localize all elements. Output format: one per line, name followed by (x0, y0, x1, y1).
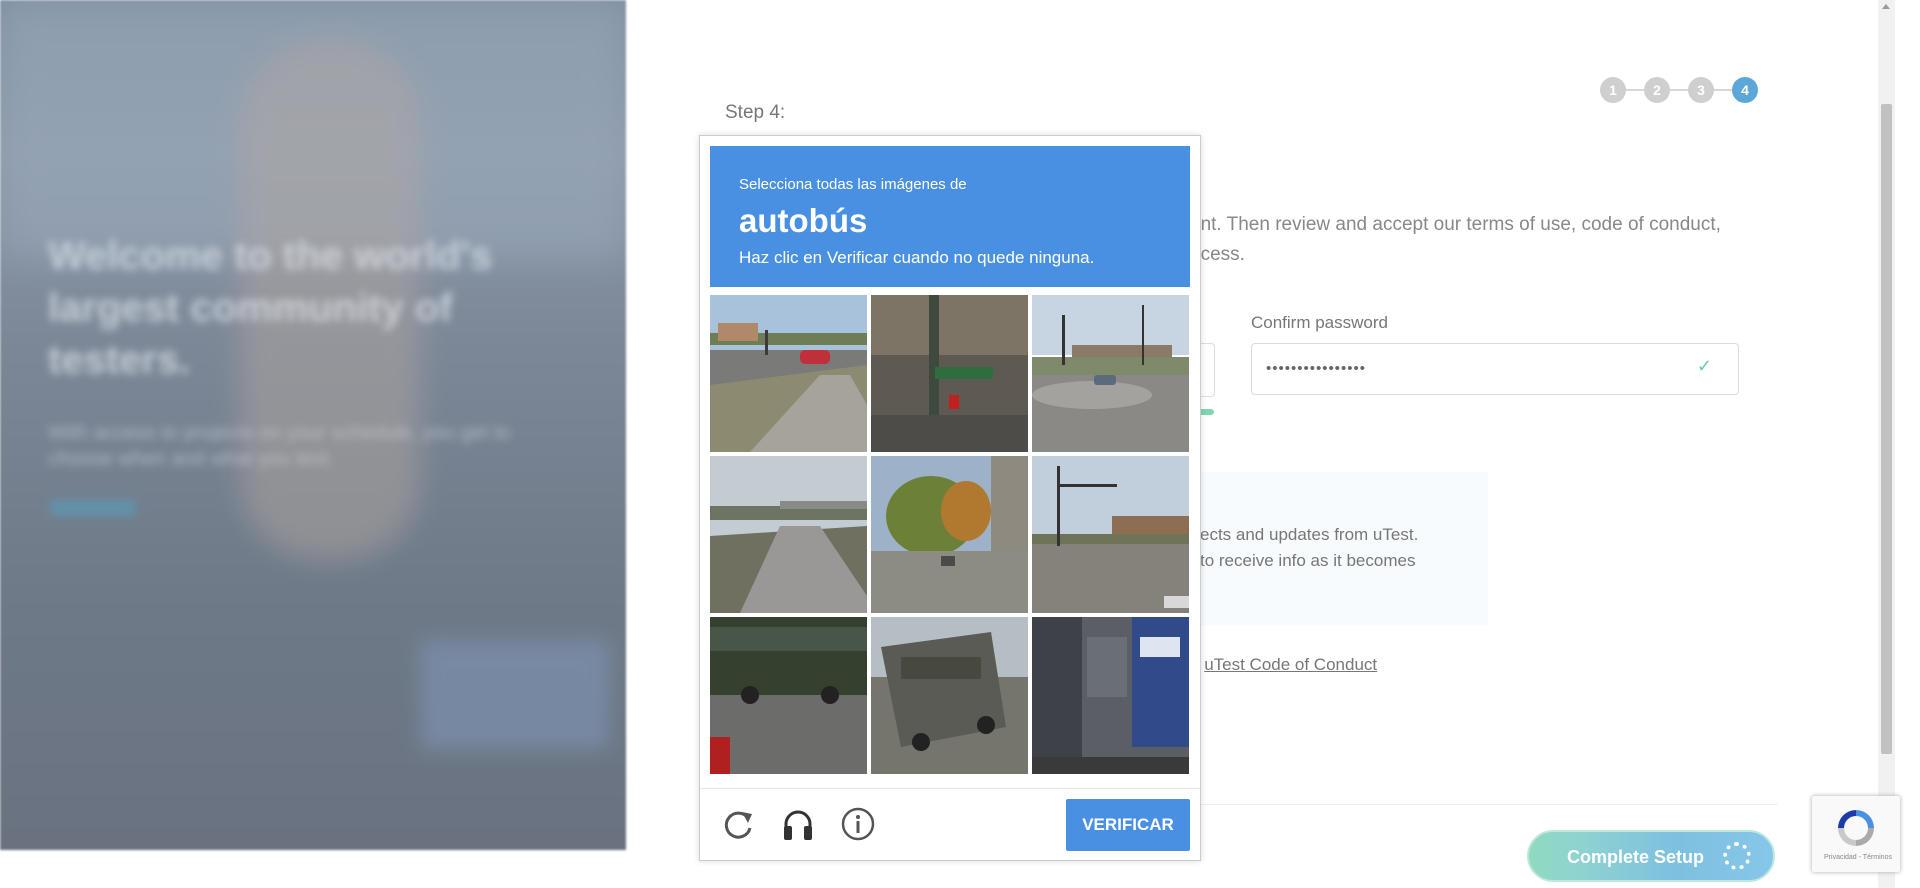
verify-button[interactable]: VERIFICAR (1066, 799, 1190, 851)
hero-panel: Welcome to the world's largest community… (0, 0, 626, 850)
captcha-tile-7[interactable] (710, 617, 867, 774)
captcha-tile-4[interactable] (710, 456, 867, 613)
newsletter-line-2: to receive info as it becomes (1200, 551, 1416, 570)
captcha-footer: VERIFICAR (700, 788, 1200, 861)
captcha-tile-2[interactable] (871, 295, 1028, 452)
loading-spinner-icon (1723, 842, 1751, 870)
reload-icon[interactable] (718, 804, 758, 844)
newsletter-line-1: ects and updates from uTest. (1200, 525, 1419, 544)
scrollbar-thumb[interactable] (1881, 104, 1892, 754)
captcha-challenge: Selecciona todas las imágenes de autobús… (699, 135, 1201, 861)
step-1: 1 (1600, 77, 1626, 103)
captcha-tile-1[interactable] (710, 295, 867, 452)
captcha-header: Selecciona todas las imágenes de autobús… (710, 146, 1190, 287)
captcha-target: autobús (739, 202, 868, 239)
step-label: Step 4: (725, 102, 786, 123)
stepper: 1 2 3 4 (1600, 77, 1760, 103)
newsletter-text: ects and updates from uTest. to receive … (1200, 522, 1490, 574)
intro-line-2: ocess. (1190, 244, 1245, 265)
code-of-conduct-link[interactable]: uTest Code of Conduct (1204, 655, 1377, 674)
hero-bg-device (420, 640, 610, 750)
info-icon[interactable] (838, 804, 878, 844)
captcha-tile-8[interactable] (871, 617, 1028, 774)
intro-text: unt. Then review and accept our terms of… (1190, 210, 1750, 270)
stepper-line (1612, 89, 1746, 91)
complete-setup-label: Complete Setup (1567, 847, 1705, 867)
audio-challenge-icon[interactable] (778, 804, 818, 844)
page-scrollbar[interactable] (1878, 0, 1895, 888)
confirm-password-label: Confirm password (1251, 313, 1388, 332)
hero-subtitle: With access to projects on your schedule… (48, 422, 511, 470)
step-4: 4 (1732, 77, 1758, 103)
step-3: 3 (1688, 77, 1714, 103)
divider (1190, 804, 1778, 805)
scroll-up-arrow-icon[interactable] (1882, 4, 1890, 9)
confirm-password-input[interactable]: •••••••••••••••• ✓ (1251, 343, 1739, 395)
captcha-tile-3[interactable] (1032, 295, 1189, 452)
complete-setup-button[interactable]: Complete Setup (1527, 830, 1775, 882)
captcha-tile-5[interactable] (871, 456, 1028, 613)
step-2: 2 (1644, 77, 1670, 103)
captcha-hint: Haz clic en Verificar cuando no quede ni… (739, 248, 1095, 267)
captcha-instruction: Selecciona todas las imágenes de (739, 176, 967, 193)
recaptcha-badge[interactable]: Privacidad - Términos (1812, 796, 1900, 872)
recaptcha-logo-icon (1838, 810, 1874, 846)
code-of-conduct-row: e uTest Code of Conduct (1190, 655, 1377, 675)
intro-line-1: unt. Then review and accept our terms of… (1190, 214, 1721, 235)
recaptcha-terms[interactable]: Privacidad - Términos (1820, 854, 1896, 861)
hero-link[interactable] (50, 500, 136, 516)
captcha-tile-6[interactable] (1032, 456, 1189, 613)
hero-title: Welcome to the world's largest community… (48, 234, 493, 382)
captcha-grid (710, 295, 1190, 775)
check-icon: ✓ (1696, 356, 1712, 376)
captcha-tile-9[interactable] (1032, 617, 1189, 774)
confirm-password-value: •••••••••••••••• (1266, 360, 1367, 377)
